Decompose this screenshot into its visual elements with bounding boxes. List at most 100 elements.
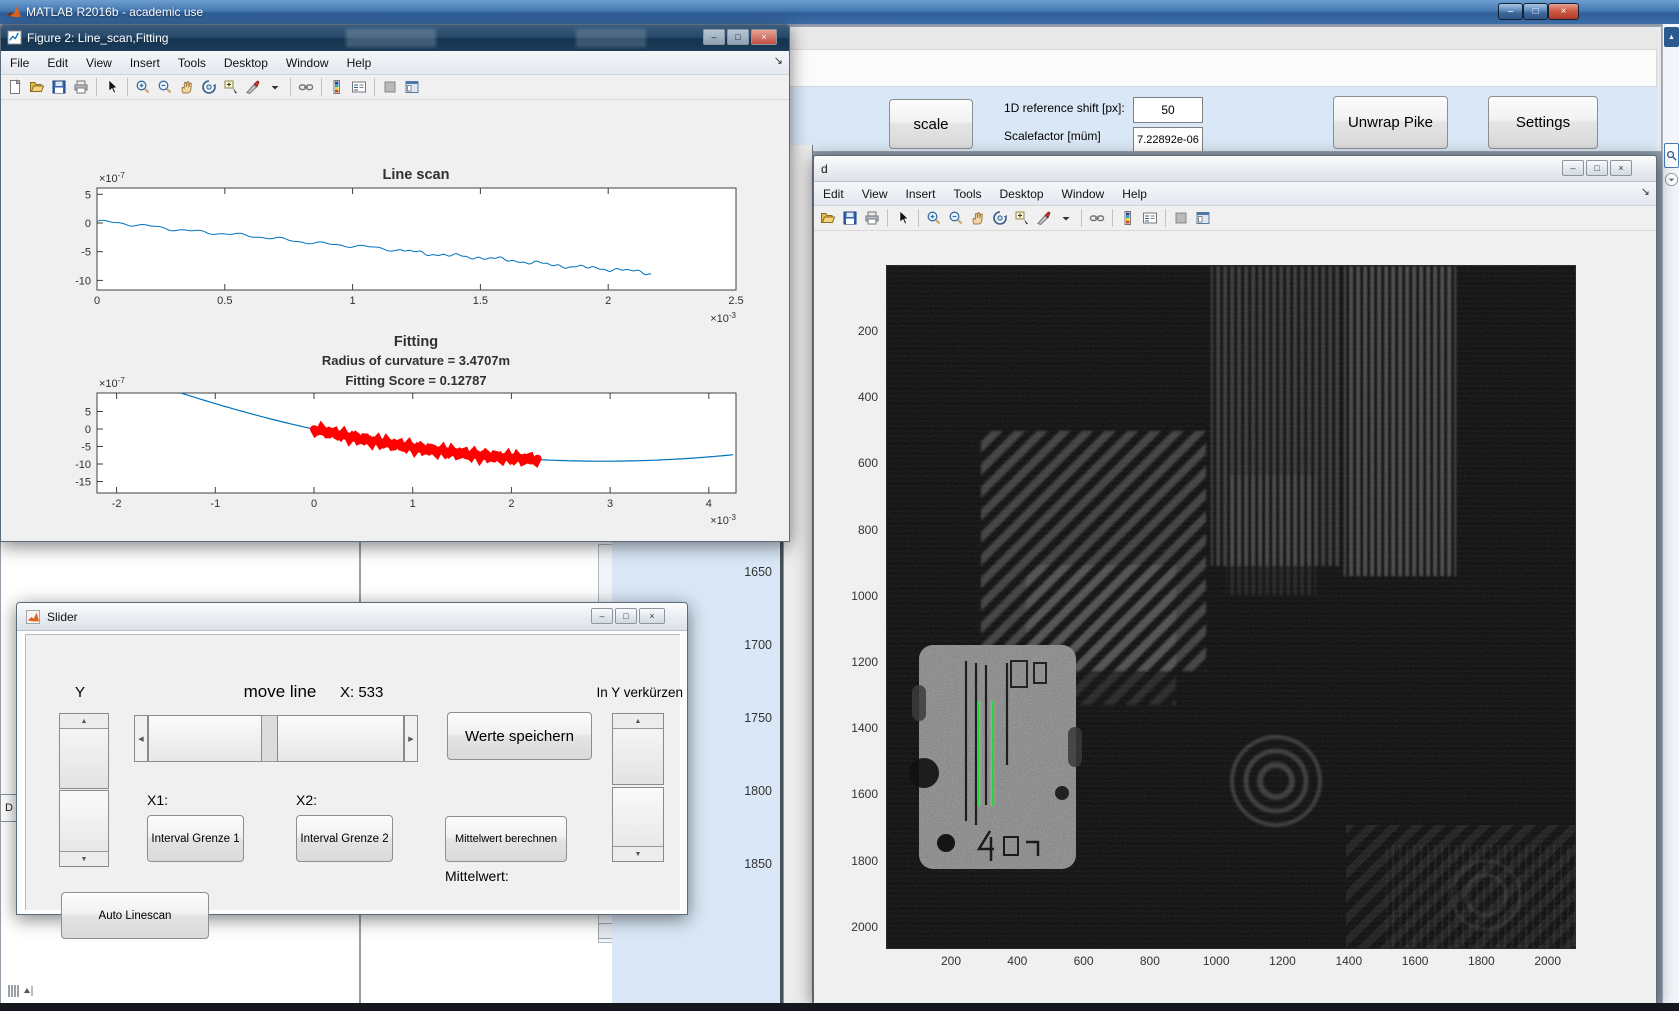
scale-button[interactable]: scale bbox=[889, 99, 973, 149]
menu-item-tools[interactable]: Tools bbox=[945, 184, 991, 204]
print-icon[interactable] bbox=[70, 76, 92, 98]
linescan-ytick-label: -10 bbox=[75, 275, 91, 287]
scalefactor-input[interactable]: 7.22892e-06 bbox=[1133, 127, 1203, 151]
slider-maximize-button[interactable]: □ bbox=[615, 608, 637, 624]
save-values-button[interactable]: Werte speichern bbox=[447, 712, 592, 760]
fitting-xtick-label: 3 bbox=[607, 498, 613, 510]
image-xtick-label: 1400 bbox=[1335, 954, 1363, 968]
figright-minimize-button[interactable]: – bbox=[1562, 160, 1584, 176]
hide-plot-tools-icon[interactable] bbox=[1170, 207, 1192, 229]
shorten-slider-down[interactable]: ▼ bbox=[612, 787, 664, 862]
move-line-slider[interactable]: ◀ ▶ bbox=[134, 715, 418, 762]
interval-limit1-button[interactable]: Interval Grenze 1 bbox=[147, 815, 244, 862]
rotate-3d-icon[interactable] bbox=[989, 207, 1011, 229]
menu-item-view[interactable]: View bbox=[77, 53, 121, 73]
data-cursor-icon[interactable] bbox=[1011, 207, 1033, 229]
image-ytick-label: 1800 bbox=[851, 853, 878, 868]
slider-up-arrow-icon[interactable]: ▲ bbox=[60, 714, 108, 729]
menu-item-edit[interactable]: Edit bbox=[38, 53, 77, 73]
slider-up-arrow-icon[interactable]: ▲ bbox=[613, 714, 663, 729]
slider-right-arrow-icon[interactable]: ▶ bbox=[404, 715, 418, 762]
save-icon[interactable] bbox=[839, 207, 861, 229]
pan-icon[interactable] bbox=[967, 207, 989, 229]
cursor-icon[interactable] bbox=[892, 207, 914, 229]
data-cursor-icon[interactable] bbox=[220, 76, 242, 98]
main-minimize-button[interactable]: – bbox=[1498, 3, 1523, 20]
show-plot-tools-icon[interactable] bbox=[401, 76, 423, 98]
zoom-in-icon[interactable] bbox=[132, 76, 154, 98]
slider-down-arrow-icon[interactable]: ▼ bbox=[613, 846, 663, 861]
open-icon[interactable] bbox=[817, 207, 839, 229]
dock-figure-icon[interactable]: ↘ bbox=[1641, 185, 1650, 198]
ref-shift-input[interactable]: 50 bbox=[1133, 97, 1203, 123]
interferogram-image[interactable] bbox=[886, 265, 1576, 949]
figure2-maximize-button[interactable]: □ bbox=[727, 29, 749, 45]
link-plots-icon[interactable] bbox=[1086, 207, 1108, 229]
link-plots-icon[interactable] bbox=[295, 76, 317, 98]
slider-minimize-button[interactable]: – bbox=[591, 608, 613, 624]
dropdown-arrow-icon[interactable] bbox=[264, 76, 286, 98]
slider-down-arrow-icon[interactable]: ▼ bbox=[60, 851, 108, 866]
unwrap-pike-button[interactable]: Unwrap Pike bbox=[1333, 96, 1448, 149]
interval-limit2-button[interactable]: Interval Grenze 2 bbox=[296, 815, 393, 862]
menu-item-file[interactable]: File bbox=[1, 53, 38, 73]
figright-maximize-button[interactable]: □ bbox=[1586, 160, 1608, 176]
zoom-in-icon[interactable] bbox=[923, 207, 945, 229]
dock-figure-icon[interactable]: ↘ bbox=[774, 54, 783, 67]
zoom-out-icon[interactable] bbox=[154, 76, 176, 98]
figure2-icon bbox=[7, 30, 22, 48]
slider-thumb[interactable] bbox=[148, 715, 262, 762]
insert-colorbar-icon[interactable] bbox=[1117, 207, 1139, 229]
new-file-icon[interactable] bbox=[4, 76, 26, 98]
toolbar-separator bbox=[290, 78, 291, 96]
settings-button[interactable]: Settings bbox=[1488, 96, 1598, 149]
print-icon[interactable] bbox=[861, 207, 883, 229]
menu-item-edit[interactable]: Edit bbox=[814, 184, 853, 204]
menu-item-desktop[interactable]: Desktop bbox=[215, 53, 277, 73]
collapse-panel-icon[interactable]: ▲ bbox=[1664, 27, 1679, 47]
fringe-block-right bbox=[1344, 266, 1456, 576]
insert-colorbar-icon[interactable] bbox=[326, 76, 348, 98]
open-icon[interactable] bbox=[26, 76, 48, 98]
menu-item-window[interactable]: Window bbox=[1053, 184, 1114, 204]
fitting-ytick-label: -15 bbox=[75, 477, 91, 489]
menu-item-view[interactable]: View bbox=[853, 184, 897, 204]
shorten-slider-up[interactable]: ▲ bbox=[612, 713, 664, 785]
slider-left-arrow-icon[interactable]: ◀ bbox=[134, 715, 148, 762]
menu-item-tools[interactable]: Tools bbox=[169, 53, 215, 73]
menu-item-insert[interactable]: Insert bbox=[896, 184, 944, 204]
show-plot-tools-icon[interactable] bbox=[1192, 207, 1214, 229]
figure2-close-button[interactable]: × bbox=[751, 29, 777, 45]
main-maximize-button[interactable]: □ bbox=[1523, 3, 1548, 20]
insert-legend-icon[interactable] bbox=[348, 76, 370, 98]
calc-mean-button[interactable]: Mittelwert berechnen bbox=[445, 816, 567, 862]
rotate-3d-icon[interactable] bbox=[198, 76, 220, 98]
dropdown-arrow-icon[interactable] bbox=[1055, 207, 1077, 229]
figure2-minimize-button[interactable]: – bbox=[703, 29, 725, 45]
slider-panel: Y move line X: 533 In Y verkürzen ▲ ▼ ◀ … bbox=[24, 633, 683, 939]
window-grip[interactable] bbox=[7, 984, 33, 998]
scroll-down-circle-icon[interactable] bbox=[1664, 172, 1679, 188]
pan-icon[interactable] bbox=[176, 76, 198, 98]
menu-item-insert[interactable]: Insert bbox=[121, 53, 169, 73]
slider-thumb[interactable] bbox=[277, 715, 404, 762]
menu-item-desktop[interactable]: Desktop bbox=[991, 184, 1053, 204]
search-icon[interactable] bbox=[1664, 143, 1679, 168]
menu-item-help[interactable]: Help bbox=[1113, 184, 1156, 204]
menu-item-window[interactable]: Window bbox=[277, 53, 338, 73]
y-slider-down[interactable]: ▼ bbox=[59, 790, 109, 867]
insert-legend-icon[interactable] bbox=[1139, 207, 1161, 229]
hide-plot-tools-icon[interactable] bbox=[379, 76, 401, 98]
menu-item-help[interactable]: Help bbox=[338, 53, 381, 73]
main-close-button[interactable]: × bbox=[1548, 3, 1579, 20]
slider-close-button[interactable]: × bbox=[639, 608, 665, 624]
figright-close-button[interactable]: × bbox=[1610, 160, 1632, 176]
slider-trough[interactable] bbox=[262, 715, 277, 762]
zoom-out-icon[interactable] bbox=[945, 207, 967, 229]
brush-icon[interactable] bbox=[1033, 207, 1055, 229]
y-slider-up[interactable]: ▲ bbox=[59, 713, 109, 789]
auto-linescan-button[interactable]: Auto Linescan bbox=[61, 892, 209, 939]
save-icon[interactable] bbox=[48, 76, 70, 98]
cursor-icon[interactable] bbox=[101, 76, 123, 98]
brush-icon[interactable] bbox=[242, 76, 264, 98]
